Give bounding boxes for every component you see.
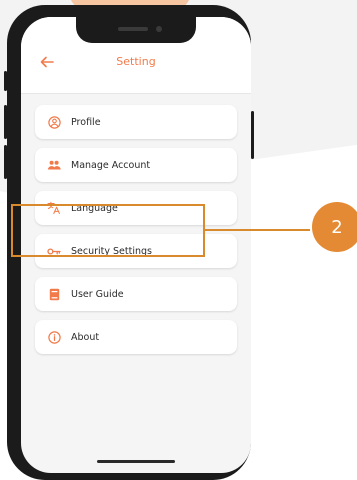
phone-side-button xyxy=(251,111,254,159)
phone-side-button xyxy=(4,105,7,139)
info-icon xyxy=(47,330,61,344)
menu-item-profile[interactable]: Profile xyxy=(35,105,237,139)
menu-item-about[interactable]: About xyxy=(35,320,237,354)
phone-side-button xyxy=(4,145,7,179)
home-indicator xyxy=(97,460,175,463)
notch-camera xyxy=(156,26,162,32)
book-icon xyxy=(47,287,61,301)
phone-side-button xyxy=(4,71,7,91)
step-number-badge: 2 xyxy=(312,202,357,252)
callout-connector-line xyxy=(205,229,310,231)
page-title: Setting xyxy=(116,55,156,68)
menu-item-label: Profile xyxy=(71,116,101,128)
highlight-box xyxy=(11,204,205,257)
menu-item-label: User Guide xyxy=(71,288,124,300)
menu-item-label: Manage Account xyxy=(71,159,151,171)
menu-item-label: About xyxy=(71,331,100,343)
menu-item-user-guide[interactable]: User Guide xyxy=(35,277,237,311)
menu-item-manage-account[interactable]: Manage Account xyxy=(35,148,237,182)
notch-speaker xyxy=(118,27,148,31)
user-circle-icon xyxy=(47,115,61,129)
phone-notch xyxy=(76,17,196,43)
users-icon xyxy=(47,158,61,172)
